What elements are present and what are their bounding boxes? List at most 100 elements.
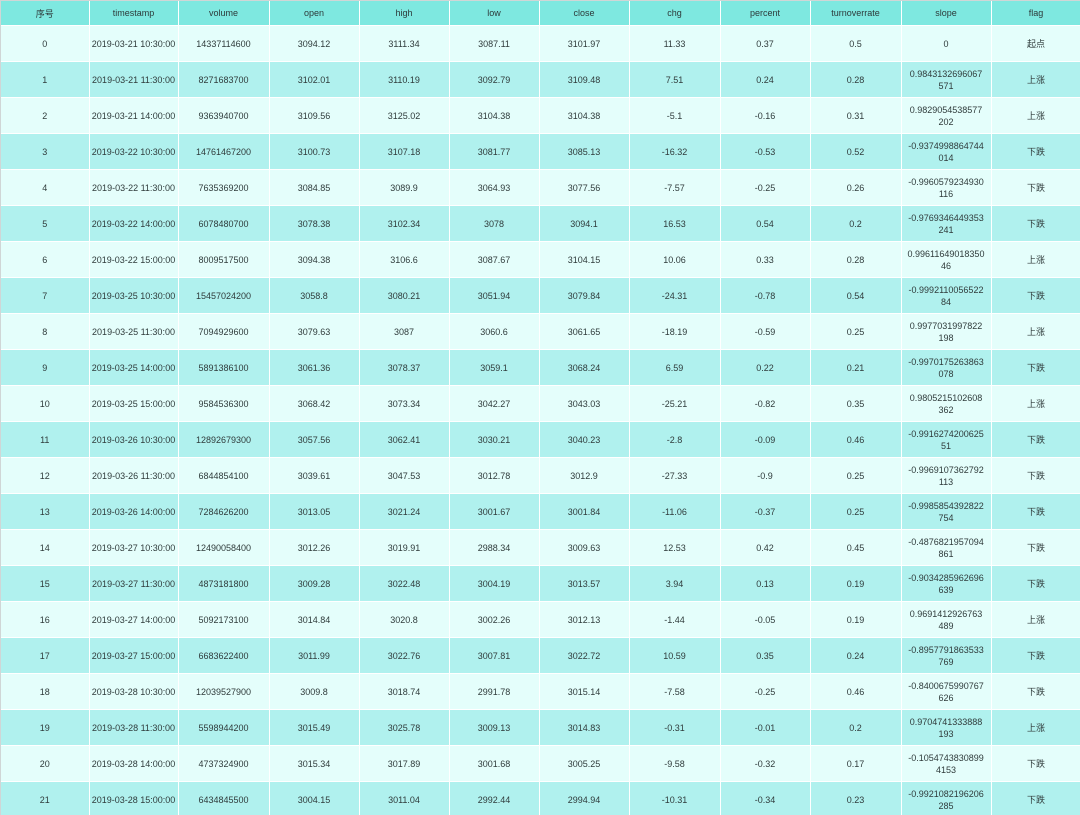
table-cell-slope: 0.9977031997822198 [901, 313, 992, 350]
table-cell-low: 3042.27 [449, 385, 540, 422]
table-cell-timestamp: 2019-03-21 11:30:00 [89, 61, 179, 98]
table-cell-close: 3005.25 [539, 745, 630, 782]
table-row: 17 2019-03-27 15:00:00 6683622400 3011.99 30… [1, 637, 1080, 674]
table-cell-flag: 下跌 [991, 349, 1080, 386]
table-cell-percent: 0.35 [720, 637, 811, 674]
table-cell-high: 3107.18 [359, 133, 450, 170]
table-cell-flag: 上涨 [991, 313, 1080, 350]
table-cell-timestamp: 2019-03-26 14:00:00 [89, 493, 179, 530]
table-cell-close: 3085.13 [539, 133, 630, 170]
table-cell-low: 3104.38 [449, 97, 540, 134]
table-cell-high: 3110.19 [359, 61, 450, 98]
column-header: chg [629, 1, 721, 26]
table-cell-percent: -0.34 [720, 781, 811, 815]
table-cell-open: 3102.01 [269, 61, 360, 98]
table-cell-percent: -0.82 [720, 385, 811, 422]
table-cell-open: 3061.36 [269, 349, 360, 386]
table-cell-timestamp: 2019-03-28 15:00:00 [89, 781, 179, 815]
table-cell-index: 15 [1, 565, 90, 602]
table-cell-open: 3094.38 [269, 241, 360, 278]
table-cell-flag: 上涨 [991, 601, 1080, 638]
table-row: 15 2019-03-27 11:30:00 4873181800 3009.28 30… [1, 565, 1080, 602]
table-cell-volume: 4737324900 [178, 745, 270, 782]
table-cell-chg: -7.58 [629, 673, 721, 710]
table-cell-close: 3104.15 [539, 241, 630, 278]
column-header: open [269, 1, 360, 26]
table-cell-chg: -16.32 [629, 133, 721, 170]
table-cell-slope: -0.4876821957094861 [901, 529, 992, 566]
column-header: flag [991, 1, 1080, 26]
table-cell-close: 3022.72 [539, 637, 630, 674]
table-cell-open: 3109.56 [269, 97, 360, 134]
table-cell-high: 3080.21 [359, 277, 450, 314]
table-cell-low: 3004.19 [449, 565, 540, 602]
table-cell-volume: 5598944200 [178, 709, 270, 746]
table-cell-volume: 7635369200 [178, 169, 270, 206]
column-header: 序号 [1, 1, 90, 26]
table-cell-flag: 上涨 [991, 709, 1080, 746]
table-cell-turnoverrate: 0.19 [810, 565, 902, 602]
table-cell-volume: 15457024200 [178, 277, 270, 314]
table-cell-chg: 6.59 [629, 349, 721, 386]
table-cell-slope: -0.8400675990767626 [901, 673, 992, 710]
table-cell-index: 12 [1, 457, 90, 494]
data-table: 序号 timestamp volume open high low close chg perc… [1, 1, 1080, 815]
table-row: 6 2019-03-22 15:00:00 8009517500 3094.38 310… [1, 241, 1080, 278]
table-row: 10 2019-03-25 15:00:00 9584536300 3068.42 30… [1, 385, 1080, 422]
table-cell-timestamp: 2019-03-22 11:30:00 [89, 169, 179, 206]
column-header: timestamp [89, 1, 179, 26]
table-cell-flag: 上涨 [991, 241, 1080, 278]
table-cell-high: 3078.37 [359, 349, 450, 386]
table-cell-high: 3020.8 [359, 601, 450, 638]
table-cell-turnoverrate: 0.45 [810, 529, 902, 566]
table-cell-open: 3015.34 [269, 745, 360, 782]
table-cell-high: 3017.89 [359, 745, 450, 782]
table-cell-index: 10 [1, 385, 90, 422]
table-cell-close: 3079.84 [539, 277, 630, 314]
table-cell-low: 2992.44 [449, 781, 540, 815]
table-cell-chg: -9.58 [629, 745, 721, 782]
table-cell-turnoverrate: 0.46 [810, 673, 902, 710]
table-cell-slope: 0.9961164901835046 [901, 241, 992, 278]
table-cell-volume: 4873181800 [178, 565, 270, 602]
table-row: 2 2019-03-21 14:00:00 9363940700 3109.56 312… [1, 97, 1080, 134]
table-cell-chg: -27.33 [629, 457, 721, 494]
table-cell-low: 3001.67 [449, 493, 540, 530]
table-cell-flag: 上涨 [991, 97, 1080, 134]
table-cell-turnoverrate: 0.35 [810, 385, 902, 422]
table-cell-high: 3011.04 [359, 781, 450, 815]
table-row: 13 2019-03-26 14:00:00 7284626200 3013.05 30… [1, 493, 1080, 530]
table-cell-low: 3007.81 [449, 637, 540, 674]
table-cell-high: 3019.91 [359, 529, 450, 566]
table-cell-volume: 12892679300 [178, 421, 270, 458]
table-cell-turnoverrate: 0.21 [810, 349, 902, 386]
table-cell-turnoverrate: 0.2 [810, 709, 902, 746]
table-cell-flag: 下跌 [991, 421, 1080, 458]
table-cell-close: 3061.65 [539, 313, 630, 350]
table-cell-volume: 12039527900 [178, 673, 270, 710]
table-cell-flag: 上涨 [991, 385, 1080, 422]
table-cell-timestamp: 2019-03-27 15:00:00 [89, 637, 179, 674]
table-cell-turnoverrate: 0.24 [810, 637, 902, 674]
table-cell-slope: -0.8957791863533769 [901, 637, 992, 674]
table-cell-close: 3013.57 [539, 565, 630, 602]
table-cell-flag: 下跌 [991, 133, 1080, 170]
table-cell-low: 3087.11 [449, 25, 540, 62]
table-cell-flag: 下跌 [991, 673, 1080, 710]
table-cell-index: 8 [1, 313, 90, 350]
table-cell-slope: 0.9691412926763489 [901, 601, 992, 638]
column-header: low [449, 1, 540, 26]
table-cell-high: 3025.78 [359, 709, 450, 746]
table-cell-slope: -0.9985854392822754 [901, 493, 992, 530]
table-cell-high: 3022.76 [359, 637, 450, 674]
table-cell-percent: -0.32 [720, 745, 811, 782]
data-table-container: 序号 timestamp volume open high low close chg perc… [0, 0, 1080, 815]
column-header: percent [720, 1, 811, 26]
table-cell-high: 3047.53 [359, 457, 450, 494]
table-row: 21 2019-03-28 15:00:00 6434845500 3004.15 30… [1, 781, 1080, 815]
table-cell-high: 3102.34 [359, 205, 450, 242]
table-row: 20 2019-03-28 14:00:00 4737324900 3015.34 30… [1, 745, 1080, 782]
table-cell-timestamp: 2019-03-26 10:30:00 [89, 421, 179, 458]
column-header: volume [178, 1, 270, 26]
table-cell-chg: -25.21 [629, 385, 721, 422]
